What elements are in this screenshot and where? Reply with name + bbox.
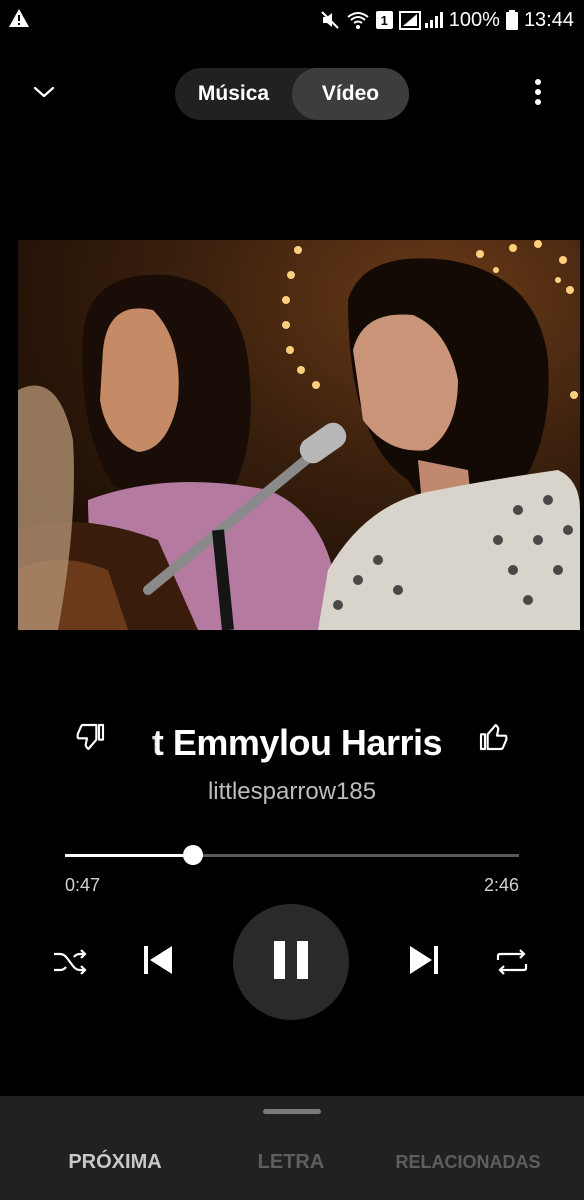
bottom-sheet[interactable]: PRÓXIMA LETRA RELACIONADAS <box>0 1096 584 1200</box>
battery-percent: 100% <box>448 8 500 31</box>
progress-thumb[interactable] <box>183 845 204 865</box>
progress-bar[interactable] <box>65 845 519 865</box>
chevron-down-icon <box>32 80 56 109</box>
skip-next-icon <box>407 944 441 981</box>
pause-icon <box>274 940 308 984</box>
repeat-icon <box>494 947 530 982</box>
status-right: 1 100% 13:44 <box>320 9 574 32</box>
skip-previous-icon <box>141 944 175 981</box>
previous-button[interactable] <box>136 940 180 984</box>
shuffle-icon <box>52 947 88 982</box>
track-info: t Emmylou Harris <box>0 712 584 772</box>
tab-lyrics[interactable]: LETRA <box>206 1124 376 1200</box>
warning-icon <box>8 8 30 33</box>
track-title: t Emmylou Harris <box>151 722 442 763</box>
player-header: Música Vídeo <box>0 66 584 122</box>
thumb-up-icon <box>477 721 509 758</box>
more-options-button[interactable] <box>520 74 556 114</box>
channel-name[interactable]: littlesparrow185 <box>0 778 584 806</box>
status-left <box>8 8 30 33</box>
toggle-video[interactable]: Vídeo <box>292 68 409 120</box>
toggle-music[interactable]: Música <box>175 68 292 120</box>
title-fade <box>130 718 158 766</box>
mute-icon <box>320 10 340 30</box>
battery-icon <box>505 10 518 30</box>
sheet-drag-handle[interactable] <box>263 1109 321 1114</box>
clock: 13:44 <box>523 8 574 31</box>
dislike-button[interactable] <box>72 720 110 758</box>
progress-played <box>65 854 194 857</box>
status-bar: 1 100% 13:44 <box>0 0 584 40</box>
time-duration: 2:46 <box>483 875 519 895</box>
tab-up-next[interactable]: PRÓXIMA <box>30 1124 200 1200</box>
next-button[interactable] <box>402 940 446 984</box>
video-player[interactable] <box>18 240 580 630</box>
like-button[interactable] <box>474 720 512 758</box>
signal-icon <box>398 10 443 30</box>
tab-related[interactable]: RELACIONADAS <box>390 1124 546 1200</box>
time-elapsed: 0:47 <box>65 875 101 895</box>
sim-icon: 1 <box>375 11 393 29</box>
wifi-icon <box>346 10 370 30</box>
music-video-toggle: Música Vídeo <box>175 68 409 120</box>
thumb-down-icon <box>75 721 107 758</box>
collapse-button[interactable] <box>24 74 64 114</box>
repeat-button[interactable] <box>490 942 534 986</box>
more-vert-icon <box>534 78 542 111</box>
track-title-marquee: t Emmylou Harris <box>130 718 442 766</box>
play-pause-button[interactable] <box>233 904 349 1020</box>
video-frame <box>18 240 580 630</box>
shuffle-button[interactable] <box>48 942 92 986</box>
